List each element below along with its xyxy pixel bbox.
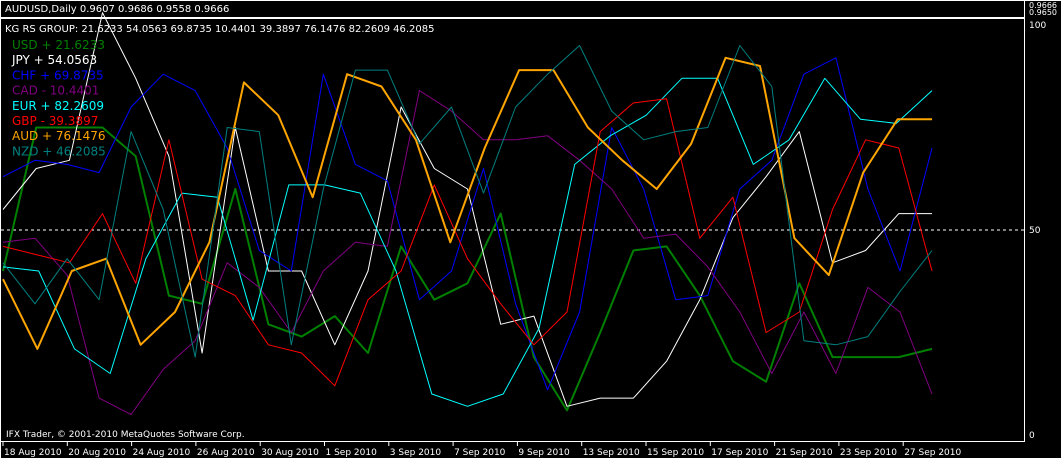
legend-item-6: AUD + 76.1476 — [12, 129, 106, 143]
x-tick-label: 23 Sep 2010 — [840, 448, 897, 458]
x-tick-label: 30 Aug 2010 — [261, 448, 319, 458]
x-tick-label: 9 Sep 2010 — [518, 448, 570, 458]
indicator-header: KG RS GROUP: 21.6233 54.0563 69.8735 10.… — [5, 24, 435, 35]
legend-item-3: CAD - 10.4401 — [12, 84, 99, 98]
x-tick-label: 18 Aug 2010 — [4, 448, 62, 458]
x-tick-label: 7 Sep 2010 — [454, 448, 506, 458]
y-tick-0: 0 — [1029, 431, 1035, 441]
x-tick-label: 20 Aug 2010 — [68, 448, 126, 458]
series-eur-line — [2, 77, 933, 407]
price-label-low: 0.9650 — [1029, 8, 1057, 17]
x-tick-label: 3 Sep 2010 — [390, 448, 442, 458]
x-tick-label: 24 Aug 2010 — [133, 448, 191, 458]
y-tick-100: 100 — [1029, 21, 1046, 31]
x-tick-label: 26 Aug 2010 — [197, 448, 255, 458]
chart-canvas: AUDUSD,Daily 0.9607 0.9686 0.9558 0.9666… — [0, 0, 1062, 459]
x-tick-label: 1 Sep 2010 — [326, 448, 378, 458]
legend-item-7: NZD + 46.2085 — [12, 144, 106, 158]
series-jpy-line — [2, 12, 932, 407]
footer-copyright: IFX Trader, © 2001-2010 MetaQuotes Softw… — [6, 430, 245, 440]
x-tick-label: 13 Sep 2010 — [583, 448, 640, 458]
legend-item-4: EUR + 82.2609 — [12, 99, 104, 113]
x-tick-label: 17 Sep 2010 — [711, 448, 768, 458]
x-axis: 18 Aug 2010 20 Aug 2010 24 Aug 2010 26 Aug … — [2, 442, 962, 458]
legend-item-0: USD + 21.6233 — [12, 38, 105, 52]
x-tick-label: 27 Sep 2010 — [904, 448, 961, 458]
y-tick-50: 50 — [1029, 226, 1041, 236]
legend-item-1: JPY + 54.0563 — [11, 53, 97, 67]
series-layer — [2, 12, 933, 415]
legend: USD + 21.6233JPY + 54.0563CHF + 69.8735 C… — [11, 38, 106, 158]
window-title: AUDUSD,Daily 0.9607 0.9686 0.9558 0.9666 — [5, 4, 229, 15]
x-tick-label: 15 Sep 2010 — [647, 448, 704, 458]
series-nzd-line — [2, 45, 933, 358]
x-tick-label: 21 Sep 2010 — [776, 448, 833, 458]
legend-item-2: CHF + 69.8735 — [12, 68, 104, 82]
legend-item-5: GBP - 39.3897 — [12, 114, 98, 128]
series-chf-line — [2, 57, 933, 391]
